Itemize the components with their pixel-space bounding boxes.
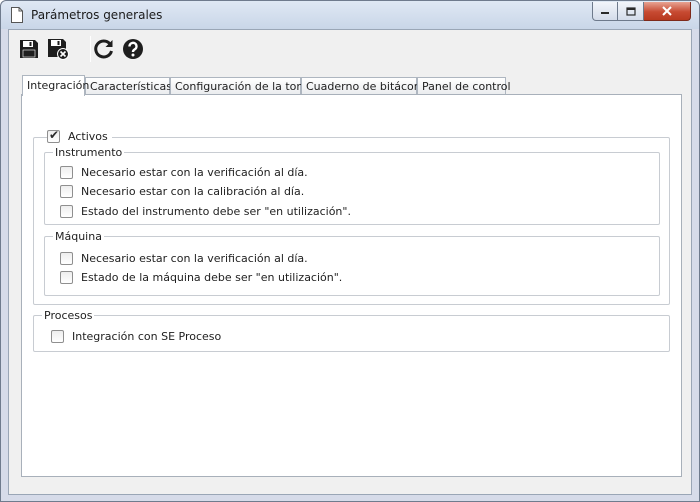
option-label: Estado del instrumento debe ser "en util… (81, 204, 351, 218)
save-close-icon (48, 39, 69, 60)
checkbox[interactable] (60, 165, 73, 179)
close-icon (662, 6, 672, 16)
document-icon (11, 7, 23, 23)
instrumento-option-calibracion[interactable]: Necesario estar con la calibración al dí… (60, 184, 304, 198)
tab-integracion[interactable]: Integración (22, 75, 89, 96)
save-close-button[interactable] (47, 38, 69, 60)
refresh-button[interactable] (93, 38, 115, 60)
integracion-panel: Activos Instrumento Necesario estar con … (21, 94, 682, 477)
tab-caracteristicas[interactable]: Características (85, 77, 172, 95)
toolbar (9, 30, 691, 68)
activos-label: Activos (68, 129, 108, 143)
maquina-legend: Máquina (55, 230, 102, 243)
maquina-option-verificacion[interactable]: Necesario estar con la verificación al d… (60, 251, 308, 265)
checkbox[interactable] (60, 184, 73, 198)
close-button[interactable] (644, 2, 691, 21)
maximize-icon (625, 6, 636, 16)
procesos-option-integracion[interactable]: Integración con SE Proceso (51, 329, 221, 343)
help-button[interactable] (122, 38, 144, 60)
save-icon (20, 40, 38, 58)
client-area: Integración Características Configuració… (8, 29, 692, 495)
checkbox[interactable] (51, 329, 64, 343)
minimize-button[interactable] (592, 2, 618, 21)
option-label: Estado de la máquina debe ser "en utiliz… (81, 270, 343, 284)
option-label: Necesario estar con la verificación al d… (81, 165, 308, 179)
maquina-option-estado[interactable]: Estado de la máquina debe ser "en utiliz… (60, 270, 342, 284)
toolbar-separator (90, 36, 91, 62)
option-label: Integración con SE Proceso (72, 329, 222, 343)
maximize-button[interactable] (618, 2, 644, 21)
checkbox[interactable] (60, 270, 73, 284)
option-label: Necesario estar con la calibración al dí… (81, 184, 305, 198)
parametros-window: Parámetros generales Integración Caracte… (0, 0, 700, 502)
activos-checkbox-row[interactable]: Activos (47, 128, 112, 143)
instrumento-option-estado[interactable]: Estado del instrumento debe ser "en util… (60, 204, 351, 218)
instrumento-legend: Instrumento (55, 146, 123, 159)
checkbox[interactable] (60, 251, 73, 265)
title-bar[interactable]: Parámetros generales (1, 1, 699, 29)
tab-cuaderno-bitacora[interactable]: Cuaderno de bitácora (301, 77, 425, 95)
checkbox[interactable] (60, 204, 73, 218)
caption-buttons (592, 2, 691, 22)
minimize-icon (601, 12, 609, 14)
help-icon (123, 39, 143, 59)
tab-configuracion-toma[interactable]: Configuración de la toma (170, 77, 314, 95)
option-label: Necesario estar con la verificación al d… (81, 251, 308, 265)
save-button[interactable] (18, 38, 40, 60)
procesos-legend: Procesos (44, 309, 93, 322)
tab-panel-control[interactable]: Panel de control (417, 77, 511, 95)
window-title: Parámetros generales (31, 8, 163, 22)
instrumento-option-verificacion[interactable]: Necesario estar con la verificación al d… (60, 165, 308, 179)
activos-checkbox[interactable] (47, 128, 60, 143)
refresh-icon (94, 39, 113, 59)
